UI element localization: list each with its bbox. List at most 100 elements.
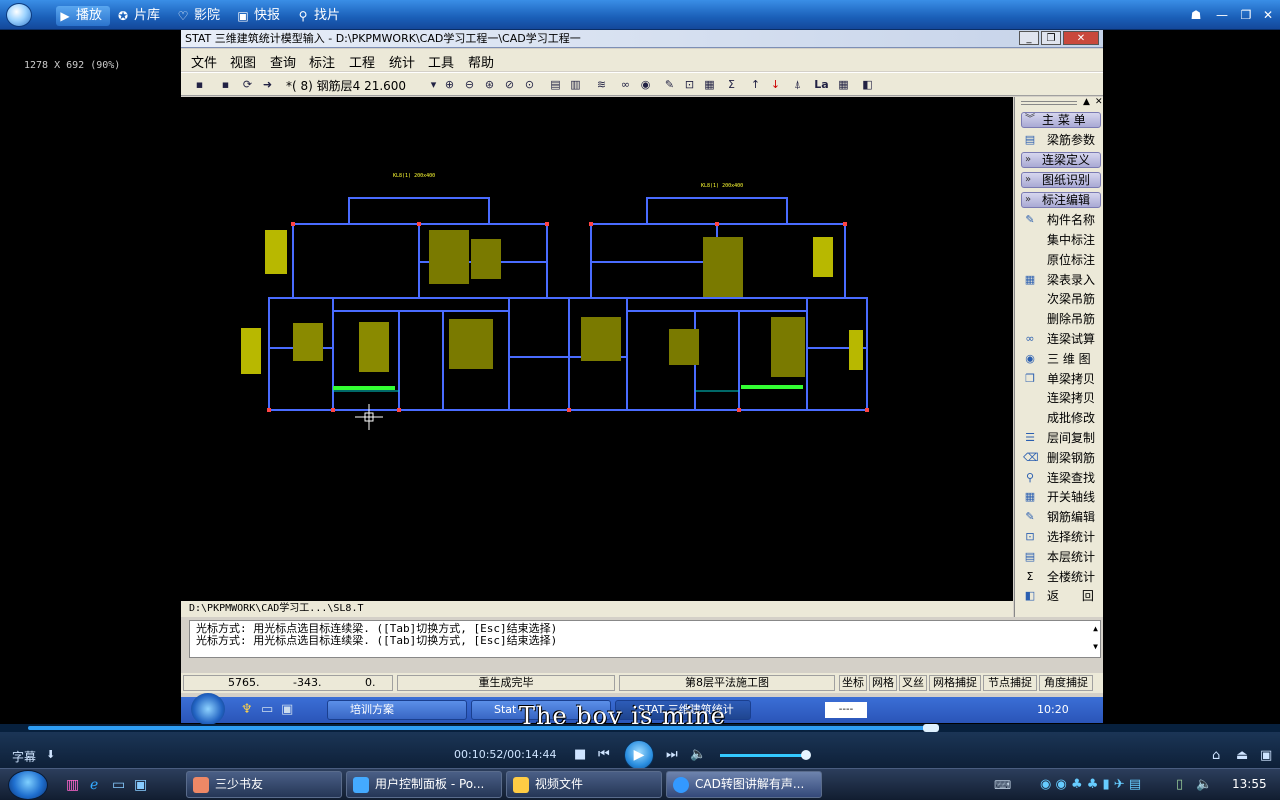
side-item[interactable]: ▦ 梁表录入 bbox=[1021, 271, 1101, 289]
cad-canvas[interactable]: KL8(1) 200x400 KL8(1) 200x400 bbox=[181, 97, 1013, 601]
close-icon[interactable]: ✕ bbox=[1063, 31, 1099, 45]
side-item[interactable]: ◧ 返 回 bbox=[1021, 587, 1101, 605]
side-item[interactable]: ⚲ 连梁查找 bbox=[1021, 469, 1101, 487]
stop-icon[interactable]: ■ bbox=[574, 747, 586, 762]
menu-view[interactable]: 视图 bbox=[230, 52, 256, 71]
glasses-icon[interactable]: ∞ bbox=[617, 76, 634, 93]
side-item[interactable]: ∞ 连梁试算 bbox=[1021, 330, 1101, 348]
edit-icon[interactable]: ✎ bbox=[661, 76, 678, 93]
toggle-coordinates[interactable]: 坐标 bbox=[839, 675, 867, 691]
side-item[interactable]: ❐ 单梁拷贝 bbox=[1021, 370, 1101, 388]
app-icon[interactable]: ▥ bbox=[66, 777, 79, 793]
screenshot-icon[interactable]: ⌂ bbox=[1212, 748, 1220, 763]
calculator-icon[interactable]: ▦ bbox=[835, 76, 852, 93]
eye-icon[interactable]: ◉ bbox=[637, 76, 654, 93]
tab-search[interactable]: ⚲ 找片 bbox=[294, 6, 340, 26]
minimize-icon[interactable]: _ bbox=[1019, 31, 1039, 45]
side-item[interactable]: 删除吊筋 bbox=[1021, 310, 1101, 328]
forward-icon[interactable]: ➜ bbox=[259, 76, 276, 93]
beam-define-header[interactable]: » 连梁定义 bbox=[1021, 152, 1101, 168]
ie-icon[interactable]: ℯ bbox=[90, 777, 98, 793]
zoom-realtime-icon[interactable]: ⊛ bbox=[481, 76, 498, 93]
screen-icon[interactable]: ▣ bbox=[281, 702, 293, 717]
windows-start-icon[interactable] bbox=[191, 693, 225, 725]
toggle-grid[interactable]: 网格 bbox=[869, 675, 897, 691]
main-menu-header[interactable]: ︾ 主 菜 单 bbox=[1021, 112, 1101, 128]
redraw-icon[interactable]: ⟳ bbox=[239, 76, 256, 93]
side-item[interactable]: 原位标注 bbox=[1021, 251, 1101, 269]
arrow-down-icon[interactable]: ↓ bbox=[767, 76, 784, 93]
toggle-crosshair[interactable]: 叉丝 bbox=[899, 675, 927, 691]
zoom-previous-icon[interactable]: ⊘ bbox=[501, 76, 518, 93]
drawing-recognition-header[interactable]: » 图纸识别 bbox=[1021, 172, 1101, 188]
menu-help[interactable]: 帮助 bbox=[468, 52, 494, 71]
quicklaunch-icon[interactable]: ♆ bbox=[241, 702, 253, 717]
previous-icon[interactable]: ⏮ bbox=[598, 747, 610, 762]
panel-grip[interactable] bbox=[1021, 101, 1077, 105]
volume-tray-icon[interactable]: 🔈 bbox=[1196, 777, 1212, 792]
fullscreen-icon[interactable]: ▣ bbox=[1260, 748, 1272, 763]
sum-icon[interactable]: Σ bbox=[723, 76, 740, 93]
stack-icon[interactable]: ≋ bbox=[593, 76, 610, 93]
next-icon[interactable]: ⏭ bbox=[666, 747, 678, 762]
inner-task-training[interactable]: 培训方案 bbox=[327, 700, 467, 720]
save-icon[interactable]: ▪ bbox=[191, 76, 208, 93]
side-item[interactable]: ▤ 本层统计 bbox=[1021, 548, 1101, 566]
toggle-node-snap[interactable]: 节点捕捉 bbox=[983, 675, 1037, 691]
minimize-icon[interactable]: — bbox=[1214, 7, 1230, 23]
command-output[interactable]: 光标方式: 用光标点选目标连续梁. ([Tab]切换方式, [Esc]结束选择)… bbox=[189, 620, 1101, 658]
progress-thumb[interactable] bbox=[922, 724, 939, 732]
restore-icon[interactable]: ❐ bbox=[1041, 31, 1061, 45]
arrow-up-icon[interactable]: ↑ bbox=[747, 76, 764, 93]
network-icon[interactable]: ▯ bbox=[1176, 777, 1183, 792]
zoom-all-icon[interactable]: ⊙ bbox=[521, 76, 538, 93]
dropdown-icon[interactable]: ▾ bbox=[425, 76, 442, 93]
scroll-down-icon[interactable]: ▼ bbox=[1093, 641, 1098, 653]
dimension-icon[interactable]: ⍋ bbox=[789, 76, 806, 93]
close-icon[interactable]: ✕ bbox=[1260, 7, 1276, 23]
menu-tools[interactable]: 工具 bbox=[428, 52, 454, 71]
side-item[interactable]: 次梁吊筋 bbox=[1021, 290, 1101, 308]
layer-icon[interactable]: ▤ bbox=[547, 76, 564, 93]
select-icon[interactable]: ⊡ bbox=[681, 76, 698, 93]
keyboard-icon[interactable]: ⌨ bbox=[994, 778, 1011, 792]
eject-icon[interactable]: ⏏ bbox=[1236, 748, 1248, 763]
tab-news[interactable]: ▣ 快报 bbox=[234, 6, 280, 26]
menu-project[interactable]: 工程 bbox=[349, 52, 375, 71]
host-task-control-panel[interactable]: 用户控制面板 - Po... bbox=[346, 771, 502, 798]
table-icon[interactable]: ▦ bbox=[701, 76, 718, 93]
side-item[interactable]: 集中标注 bbox=[1021, 231, 1101, 249]
layer-selector[interactable]: *( 8) 钢筋层4 21.600 bbox=[286, 77, 406, 94]
scroll-up-icon[interactable]: ▲ bbox=[1093, 623, 1098, 635]
menu-statistics[interactable]: 统计 bbox=[389, 52, 415, 71]
layer-copy-icon[interactable]: ▥ bbox=[567, 76, 584, 93]
progress-bar[interactable] bbox=[0, 724, 1280, 732]
side-item[interactable]: ✎ 钢筋编辑 bbox=[1021, 508, 1101, 526]
side-item[interactable]: 连梁拷贝 bbox=[1021, 389, 1101, 407]
side-item[interactable]: ◉ 三 维 图 bbox=[1021, 350, 1101, 368]
window-switch-icon[interactable]: ▣ bbox=[134, 777, 147, 793]
host-task-video-files[interactable]: 视频文件 bbox=[506, 771, 662, 798]
side-item[interactable]: ✎ 构件名称 bbox=[1021, 211, 1101, 229]
save-as-icon[interactable]: ▪ bbox=[217, 76, 234, 93]
exit-icon[interactable]: ◧ bbox=[859, 76, 876, 93]
side-item[interactable]: ☰ 层间复制 bbox=[1021, 429, 1101, 447]
tab-library[interactable]: ✪ 片库 bbox=[114, 6, 160, 26]
toggle-grid-snap[interactable]: 网格捕捉 bbox=[929, 675, 981, 691]
download-icon[interactable]: ⬇ bbox=[46, 748, 55, 761]
restore-icon[interactable]: ❐ bbox=[1238, 7, 1254, 23]
host-task-video-player[interactable]: CAD转图讲解有声... bbox=[666, 771, 822, 798]
windows-start-icon[interactable] bbox=[8, 770, 48, 800]
menu-file[interactable]: 文件 bbox=[191, 52, 217, 71]
side-item[interactable]: ⊡ 选择统计 bbox=[1021, 528, 1101, 546]
tab-cinema[interactable]: ♡ 影院 bbox=[174, 6, 220, 26]
tray-icons[interactable]: ◉ ◉ ♣ ♣ ▮ ✈ ▤ bbox=[1040, 777, 1141, 792]
close-icon[interactable]: ✕ bbox=[1095, 97, 1103, 107]
menu-annotate[interactable]: 标注 bbox=[309, 52, 335, 71]
side-item[interactable]: ▦ 开关轴线 bbox=[1021, 488, 1101, 506]
zoom-out-icon[interactable]: ⊖ bbox=[461, 76, 478, 93]
input-box[interactable]: ---- bbox=[825, 702, 867, 718]
desktop-icon[interactable]: ▭ bbox=[112, 777, 125, 793]
desktop-icon[interactable]: ▭ bbox=[261, 702, 273, 717]
side-item[interactable]: Σ 全楼统计 bbox=[1021, 568, 1101, 586]
